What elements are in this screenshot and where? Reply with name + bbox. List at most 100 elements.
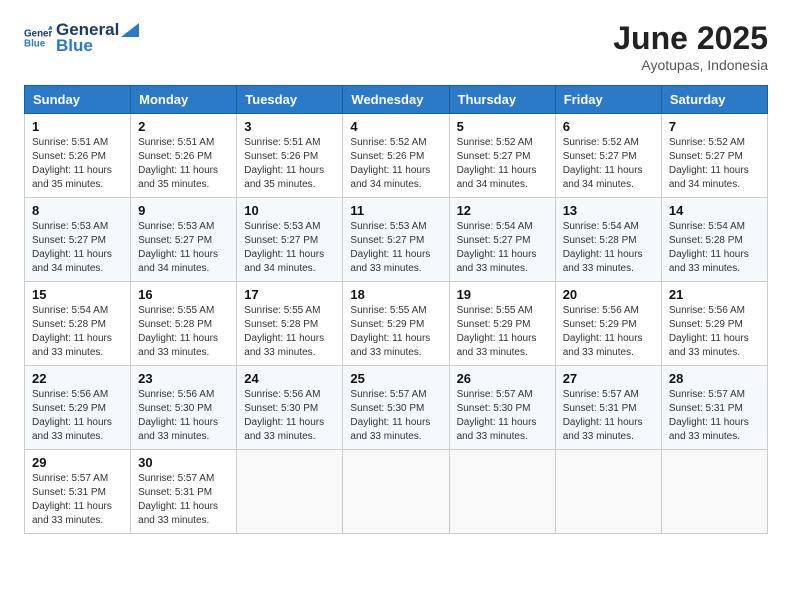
calendar-cell	[661, 450, 767, 534]
weekday-header-sunday: Sunday	[25, 86, 131, 114]
day-info: Sunrise: 5:57 AMSunset: 5:30 PMDaylight:…	[457, 388, 548, 444]
calendar-week-row: 1 Sunrise: 5:51 AMSunset: 5:26 PMDaylight…	[25, 114, 768, 198]
calendar-cell: 25 Sunrise: 5:57 AMSunset: 5:30 PMDayligh…	[343, 366, 449, 450]
day-info: Sunrise: 5:57 AMSunset: 5:30 PMDaylight:…	[350, 388, 441, 444]
svg-text:Blue: Blue	[24, 38, 46, 49]
day-info: Sunrise: 5:51 AMSunset: 5:26 PMDaylight:…	[32, 136, 123, 192]
day-number: 3	[244, 119, 335, 134]
day-number: 27	[563, 371, 654, 386]
calendar-cell: 4 Sunrise: 5:52 AMSunset: 5:26 PMDaylight…	[343, 114, 449, 198]
day-number: 1	[32, 119, 123, 134]
day-info: Sunrise: 5:55 AMSunset: 5:28 PMDaylight:…	[244, 304, 335, 360]
calendar-cell: 16 Sunrise: 5:55 AMSunset: 5:28 PMDayligh…	[131, 282, 237, 366]
calendar-cell	[449, 450, 555, 534]
logo-icon: General Blue	[24, 24, 52, 52]
calendar-header-row: SundayMondayTuesdayWednesdayThursdayFrid…	[25, 86, 768, 114]
day-info: Sunrise: 5:52 AMSunset: 5:26 PMDaylight:…	[350, 136, 441, 192]
location-subtitle: Ayotupas, Indonesia	[613, 57, 768, 73]
calendar-cell: 30 Sunrise: 5:57 AMSunset: 5:31 PMDayligh…	[131, 450, 237, 534]
calendar-week-row: 29 Sunrise: 5:57 AMSunset: 5:31 PMDayligh…	[25, 450, 768, 534]
day-info: Sunrise: 5:52 AMSunset: 5:27 PMDaylight:…	[669, 136, 760, 192]
calendar-cell: 21Sunrise: 5:56 AMSunset: 5:29 PMDayligh…	[661, 282, 767, 366]
calendar-week-row: 8Sunrise: 5:53 AMSunset: 5:27 PMDaylight…	[25, 198, 768, 282]
day-info: Sunrise: 5:57 AMSunset: 5:31 PMDaylight:…	[669, 388, 760, 444]
calendar-cell: 19Sunrise: 5:55 AMSunset: 5:29 PMDayligh…	[449, 282, 555, 366]
day-number: 13	[563, 203, 654, 218]
calendar-cell: 29Sunrise: 5:57 AMSunset: 5:31 PMDayligh…	[25, 450, 131, 534]
day-info: Sunrise: 5:53 AMSunset: 5:27 PMDaylight:…	[138, 220, 229, 276]
day-number: 15	[32, 287, 123, 302]
calendar-cell: 17 Sunrise: 5:55 AMSunset: 5:28 PMDayligh…	[237, 282, 343, 366]
calendar-cell: 13 Sunrise: 5:54 AMSunset: 5:28 PMDayligh…	[555, 198, 661, 282]
weekday-header-thursday: Thursday	[449, 86, 555, 114]
weekday-header-monday: Monday	[131, 86, 237, 114]
calendar-cell: 24 Sunrise: 5:56 AMSunset: 5:30 PMDayligh…	[237, 366, 343, 450]
weekday-header-friday: Friday	[555, 86, 661, 114]
day-info: Sunrise: 5:53 AMSunset: 5:27 PMDaylight:…	[32, 220, 123, 276]
day-info: Sunrise: 5:52 AMSunset: 5:27 PMDaylight:…	[457, 136, 548, 192]
calendar-cell: 7 Sunrise: 5:52 AMSunset: 5:27 PMDaylight…	[661, 114, 767, 198]
day-number: 7	[669, 119, 760, 134]
calendar-cell: 9Sunrise: 5:53 AMSunset: 5:27 PMDaylight…	[131, 198, 237, 282]
day-info: Sunrise: 5:57 AMSunset: 5:31 PMDaylight:…	[563, 388, 654, 444]
calendar-cell: 8Sunrise: 5:53 AMSunset: 5:27 PMDaylight…	[25, 198, 131, 282]
page-header: General Blue General Blue June 2025 Ayot…	[24, 20, 768, 73]
day-number: 23	[138, 371, 229, 386]
day-info: Sunrise: 5:54 AMSunset: 5:28 PMDaylight:…	[563, 220, 654, 276]
calendar-cell: 1 Sunrise: 5:51 AMSunset: 5:26 PMDaylight…	[25, 114, 131, 198]
day-number: 6	[563, 119, 654, 134]
calendar-cell: 11Sunrise: 5:53 AMSunset: 5:27 PMDayligh…	[343, 198, 449, 282]
calendar-cell: 26 Sunrise: 5:57 AMSunset: 5:30 PMDayligh…	[449, 366, 555, 450]
calendar-cell: 22 Sunrise: 5:56 AMSunset: 5:29 PMDayligh…	[25, 366, 131, 450]
day-number: 29	[32, 455, 123, 470]
calendar-cell: 23Sunrise: 5:56 AMSunset: 5:30 PMDayligh…	[131, 366, 237, 450]
day-number: 16	[138, 287, 229, 302]
day-number: 2	[138, 119, 229, 134]
weekday-header-saturday: Saturday	[661, 86, 767, 114]
day-info: Sunrise: 5:54 AMSunset: 5:28 PMDaylight:…	[32, 304, 123, 360]
day-info: Sunrise: 5:55 AMSunset: 5:29 PMDaylight:…	[350, 304, 441, 360]
weekday-header-wednesday: Wednesday	[343, 86, 449, 114]
calendar-cell: 5 Sunrise: 5:52 AMSunset: 5:27 PMDaylight…	[449, 114, 555, 198]
day-number: 5	[457, 119, 548, 134]
day-info: Sunrise: 5:51 AMSunset: 5:26 PMDaylight:…	[244, 136, 335, 192]
day-number: 17	[244, 287, 335, 302]
day-number: 20	[563, 287, 654, 302]
month-year-title: June 2025	[613, 20, 768, 57]
day-info: Sunrise: 5:53 AMSunset: 5:27 PMDaylight:…	[350, 220, 441, 276]
day-info: Sunrise: 5:57 AMSunset: 5:31 PMDaylight:…	[138, 472, 229, 528]
calendar-cell: 10Sunrise: 5:53 AMSunset: 5:27 PMDayligh…	[237, 198, 343, 282]
calendar-cell: 28 Sunrise: 5:57 AMSunset: 5:31 PMDayligh…	[661, 366, 767, 450]
day-info: Sunrise: 5:51 AMSunset: 5:26 PMDaylight:…	[138, 136, 229, 192]
title-block: June 2025 Ayotupas, Indonesia	[613, 20, 768, 73]
day-info: Sunrise: 5:54 AMSunset: 5:28 PMDaylight:…	[669, 220, 760, 276]
day-number: 4	[350, 119, 441, 134]
calendar-week-row: 22 Sunrise: 5:56 AMSunset: 5:29 PMDayligh…	[25, 366, 768, 450]
day-number: 28	[669, 371, 760, 386]
calendar-table: SundayMondayTuesdayWednesdayThursdayFrid…	[24, 85, 768, 534]
day-number: 22	[32, 371, 123, 386]
day-number: 30	[138, 455, 229, 470]
logo-blue: Blue	[56, 36, 139, 56]
day-number: 21	[669, 287, 760, 302]
calendar-cell: 18 Sunrise: 5:55 AMSunset: 5:29 PMDayligh…	[343, 282, 449, 366]
day-info: Sunrise: 5:55 AMSunset: 5:28 PMDaylight:…	[138, 304, 229, 360]
day-number: 26	[457, 371, 548, 386]
day-info: Sunrise: 5:56 AMSunset: 5:29 PMDaylight:…	[32, 388, 123, 444]
day-info: Sunrise: 5:56 AMSunset: 5:29 PMDaylight:…	[563, 304, 654, 360]
day-number: 14	[669, 203, 760, 218]
day-number: 18	[350, 287, 441, 302]
day-info: Sunrise: 5:52 AMSunset: 5:27 PMDaylight:…	[563, 136, 654, 192]
weekday-header-tuesday: Tuesday	[237, 86, 343, 114]
day-number: 24	[244, 371, 335, 386]
day-info: Sunrise: 5:53 AMSunset: 5:27 PMDaylight:…	[244, 220, 335, 276]
day-number: 25	[350, 371, 441, 386]
calendar-cell: 6 Sunrise: 5:52 AMSunset: 5:27 PMDaylight…	[555, 114, 661, 198]
calendar-cell: 3 Sunrise: 5:51 AMSunset: 5:26 PMDaylight…	[237, 114, 343, 198]
calendar-cell	[237, 450, 343, 534]
calendar-cell: 12Sunrise: 5:54 AMSunset: 5:27 PMDayligh…	[449, 198, 555, 282]
calendar-cell: 20 Sunrise: 5:56 AMSunset: 5:29 PMDayligh…	[555, 282, 661, 366]
calendar-cell: 14 Sunrise: 5:54 AMSunset: 5:28 PMDayligh…	[661, 198, 767, 282]
calendar-cell	[555, 450, 661, 534]
day-info: Sunrise: 5:56 AMSunset: 5:30 PMDaylight:…	[244, 388, 335, 444]
